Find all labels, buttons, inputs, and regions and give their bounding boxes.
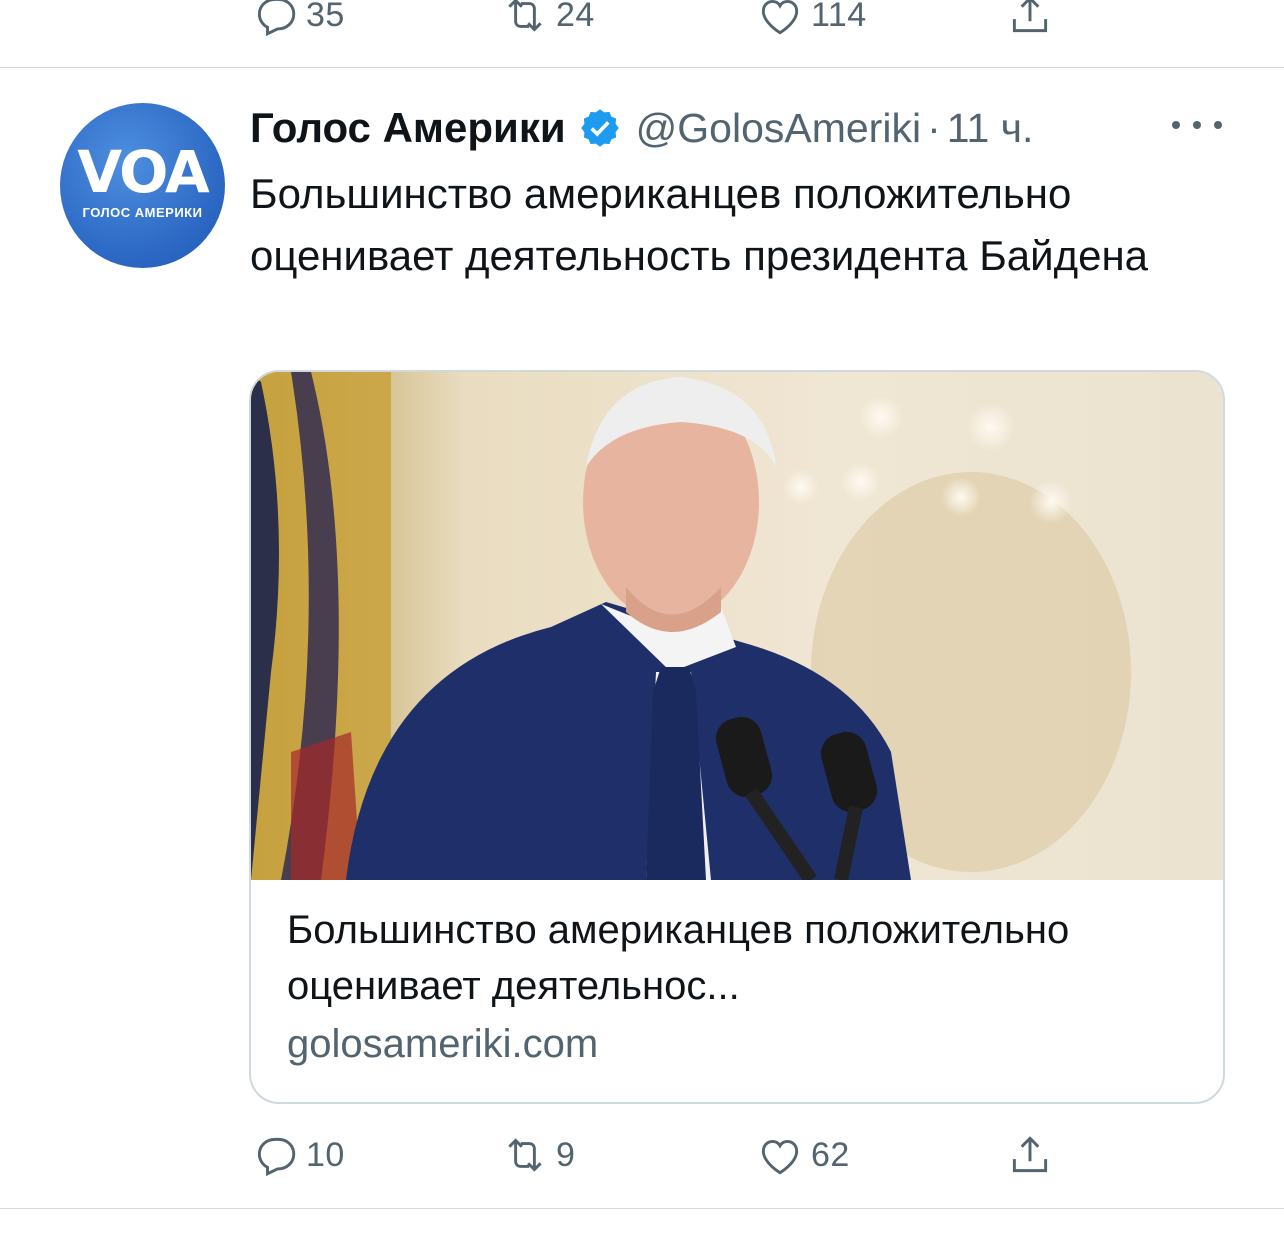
heart-icon <box>761 1139 799 1175</box>
retweet-count: 24 <box>556 0 595 34</box>
more-dot <box>1214 121 1222 129</box>
retweet-icon <box>508 0 542 32</box>
reply-button[interactable]: 35 <box>250 0 345 45</box>
avatar-caption: ГОЛОС АМЕРИКИ <box>82 205 203 220</box>
heart-icon <box>761 0 799 35</box>
retweet-button[interactable]: 9 <box>500 1125 575 1185</box>
reply-icon <box>257 0 296 37</box>
tweet-text: Большинство американцев положительно оце… <box>250 170 1148 279</box>
share-button[interactable] <box>1005 0 1055 45</box>
avatar[interactable]: VOA ГОЛОС АМЕРИКИ <box>60 103 225 268</box>
retweet-count: 9 <box>556 1135 576 1174</box>
avatar-logo-text: VOA <box>77 138 210 206</box>
like-button[interactable]: 114 <box>755 0 867 45</box>
card-body: Большинство американцев положительно оце… <box>287 902 1197 1072</box>
more-dot <box>1193 121 1201 129</box>
tweet-header: Голос Америки @GolosAmeriki · 11 ч. <box>250 98 1033 158</box>
reply-count: 10 <box>306 1135 345 1174</box>
reply-button[interactable]: 10 <box>250 1125 345 1185</box>
share-icon <box>1012 1136 1048 1173</box>
reply-count: 35 <box>306 0 345 34</box>
like-button[interactable]: 62 <box>755 1125 850 1185</box>
like-count: 114 <box>811 0 867 34</box>
author-name[interactable]: Голос Америки <box>250 104 566 152</box>
retweet-icon <box>508 1138 542 1172</box>
tweet-timestamp[interactable]: 11 ч. <box>947 105 1034 152</box>
more-dot <box>1172 121 1180 129</box>
share-icon <box>1012 0 1048 33</box>
tweet-divider <box>0 67 1284 68</box>
reply-icon <box>257 1137 296 1177</box>
share-button[interactable] <box>1005 1125 1055 1185</box>
card-domain: golosameriki.com <box>287 1022 599 1066</box>
link-card[interactable]: Большинство американцев положительно оце… <box>249 370 1225 1104</box>
card-image <box>251 372 1223 880</box>
verified-badge-icon <box>580 109 619 147</box>
tweet-divider <box>0 1208 1284 1209</box>
author-handle[interactable]: @GolosAmeriki <box>636 105 921 152</box>
like-count: 62 <box>811 1135 850 1174</box>
more-options-icon[interactable] <box>1172 110 1222 140</box>
header-separator: · <box>927 104 941 151</box>
card-title: Большинство американцев положительно оце… <box>287 908 1070 1008</box>
retweet-button[interactable]: 24 <box>500 0 595 45</box>
prev-tweet-actions: 35 24 114 <box>250 0 1070 45</box>
tweet-actions: 10 9 62 <box>250 1125 1070 1185</box>
